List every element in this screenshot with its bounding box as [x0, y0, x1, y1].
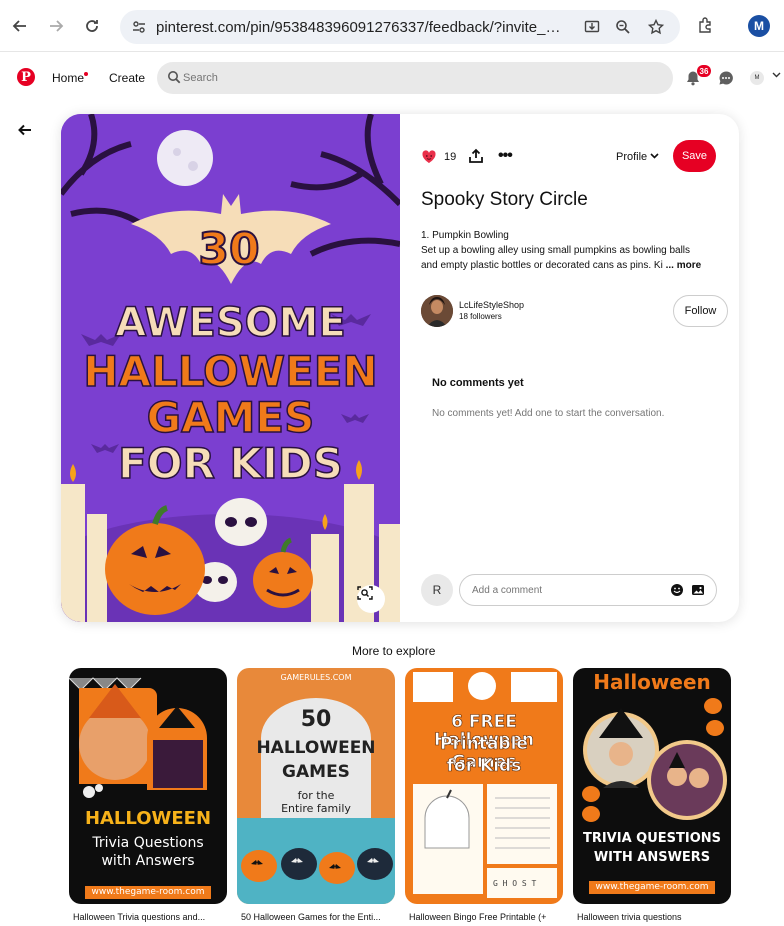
card-text-50: 50 — [300, 707, 332, 732]
card-text-ghost: G H O S T — [493, 879, 537, 888]
nav-home[interactable]: Home — [52, 71, 84, 85]
pin-title: Spooky Story Circle — [421, 189, 588, 210]
explore-pin-caption[interactable]: Halloween Trivia questions and... — [73, 912, 231, 922]
card-text-url: www.thegame-room.com — [573, 876, 731, 895]
explore-pin-card[interactable]: 6 FREE Halloween Printable Games for Kid… — [405, 668, 563, 904]
pin-image[interactable]: 30 AWESOME HALLOWEEN GAMES FOR KIDS — [61, 114, 400, 622]
address-bar[interactable]: pinterest.com/pin/953848396091276337/fee… — [120, 10, 680, 44]
lens-icon — [357, 586, 373, 600]
heart-reaction-icon[interactable] — [421, 149, 437, 165]
browser-profile-avatar[interactable]: M — [748, 15, 770, 37]
card-text-url: www.thegame-room.com — [69, 881, 227, 900]
comment-box[interactable] — [459, 574, 717, 606]
search-input[interactable] — [183, 68, 653, 88]
commenter-avatar: R — [421, 574, 453, 606]
card-text-halloween: HALLOWEEN — [84, 808, 212, 829]
follow-button[interactable]: Follow — [673, 295, 728, 327]
nav-create[interactable]: Create — [109, 71, 145, 85]
card-text-family: Entire family — [281, 802, 351, 815]
chevron-down-icon — [650, 153, 659, 159]
site-settings-icon[interactable] — [130, 18, 148, 36]
pin-description-line1: 1. Pumpkin Bowling — [421, 230, 509, 241]
explore-pin-card[interactable]: HALLOWEEN Trivia Questions with Answers … — [69, 668, 227, 904]
board-profile-label: Profile — [616, 151, 648, 163]
pin-closeup-card: 30 AWESOME HALLOWEEN GAMES FOR KIDS 19 •… — [61, 114, 739, 622]
card-text-halloween: HALLOWEEN — [256, 738, 376, 758]
emoji-icon[interactable] — [670, 583, 684, 597]
account-chevron-down-icon[interactable] — [772, 70, 781, 82]
card-text-trivia: Trivia Questions — [92, 835, 204, 851]
creator-name[interactable]: LcLifeStyleShop — [459, 300, 524, 310]
more-options-icon[interactable]: ••• — [498, 147, 513, 165]
search-icon — [168, 71, 181, 84]
bookmark-star-icon[interactable] — [647, 18, 665, 36]
pin-image-line-games: GAMES — [146, 393, 315, 442]
browser-toolbar: pinterest.com/pin/953848396091276337/fee… — [0, 0, 784, 52]
card-text-trivia-questions: TRIVIA QUESTIONS — [582, 831, 722, 846]
reload-icon[interactable] — [80, 14, 104, 38]
explore-pin-caption[interactable]: Halloween Bingo Free Printable (+ — [409, 912, 567, 922]
creator-avatar[interactable] — [421, 295, 453, 327]
pin-details-panel: 19 ••• Profile Save Spooky Story Circle … — [400, 114, 739, 622]
pin-image-line-for-kids: FOR KIDS — [117, 439, 343, 488]
forward-icon[interactable] — [44, 14, 68, 38]
explore-pin-card[interactable]: GAMERULES.COM 50 HALLOWEEN GAMES for the… — [237, 668, 395, 904]
pin-description-text: and empty plastic bottles or decorated c… — [421, 260, 663, 271]
search-bar[interactable] — [157, 62, 673, 94]
zoom-icon[interactable] — [614, 18, 632, 36]
extensions-icon[interactable] — [697, 16, 717, 36]
card-text-for-the: for the — [297, 789, 335, 802]
card-url-label: www.thegame-room.com — [85, 886, 211, 900]
card-text-for-kids: for Kids — [446, 756, 522, 776]
share-icon[interactable] — [468, 148, 484, 164]
url-text: pinterest.com/pin/953848396091276337/fee… — [156, 19, 566, 36]
more-to-explore-heading: More to explore — [352, 644, 436, 658]
visual-search-lens-button[interactable] — [357, 585, 385, 613]
card-url-label: www.thegame-room.com — [589, 881, 715, 895]
card-text-games: GAMES — [282, 762, 350, 782]
pinterest-logo[interactable]: P — [17, 68, 35, 86]
card-text-halloween: Halloween — [593, 670, 711, 694]
explore-pin-card[interactable]: Halloween TRIVIA QUESTIONS WITH ANSWERS … — [573, 668, 731, 904]
comment-input[interactable] — [472, 582, 662, 598]
user-avatar[interactable]: M — [750, 71, 764, 85]
image-upload-icon[interactable] — [691, 583, 705, 597]
save-button[interactable]: Save — [673, 140, 716, 172]
back-arrow-icon[interactable] — [17, 122, 33, 143]
reaction-count: 19 — [444, 151, 457, 163]
messages-icon[interactable] — [717, 69, 735, 87]
comments-heading: No comments yet — [432, 377, 524, 389]
explore-pin-caption[interactable]: 50 Halloween Games for the Enti... — [241, 912, 399, 922]
install-app-icon[interactable] — [583, 18, 601, 36]
svg-text:30: 30 — [198, 224, 259, 275]
pin-image-line-halloween: HALLOWEEN — [83, 347, 379, 396]
creator-follower-count: 18 followers — [459, 312, 502, 321]
pin-description-line3: and empty plastic bottles or decorated c… — [421, 260, 701, 271]
board-profile-dropdown[interactable]: Profile — [616, 151, 659, 163]
description-more-link[interactable]: ... more — [666, 260, 702, 271]
pin-description-line2: Set up a bowling alley using small pumpk… — [421, 245, 691, 256]
back-icon[interactable] — [8, 14, 32, 38]
pin-image-line-awesome: AWESOME — [114, 300, 346, 346]
comments-empty-text: No comments yet! Add one to start the co… — [432, 408, 665, 419]
card-site-label: GAMERULES.COM — [280, 673, 352, 682]
explore-pin-caption[interactable]: Halloween trivia questions — [577, 912, 735, 922]
card-text-answers: with Answers — [101, 853, 195, 869]
home-notification-dot — [84, 72, 88, 76]
card-text-with-answers: WITH ANSWERS — [593, 850, 711, 865]
notification-count-badge: 36 — [697, 65, 711, 77]
pinterest-header: P Home Create 36 M — [0, 52, 784, 104]
